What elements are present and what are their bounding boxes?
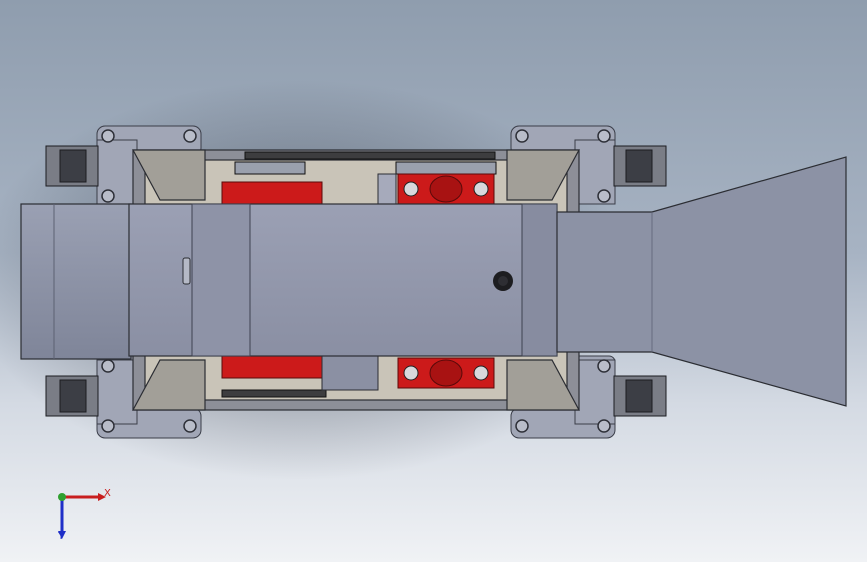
triad-origin	[58, 493, 66, 501]
idler-block	[377, 173, 397, 205]
shaft-knob	[493, 271, 513, 291]
belt-guard	[191, 203, 251, 357]
x-axis-label: X	[104, 488, 111, 499]
head-plate	[521, 203, 558, 357]
tail-end-cap	[20, 203, 132, 360]
conveyor-assembly-model[interactable]	[0, 0, 867, 562]
motor-block	[321, 355, 379, 391]
orientation-triad: X Y	[48, 483, 118, 545]
y-axis-label: Y	[58, 531, 65, 542]
slot-marker	[182, 257, 191, 285]
cad-viewport[interactable]: X Y	[0, 0, 867, 562]
